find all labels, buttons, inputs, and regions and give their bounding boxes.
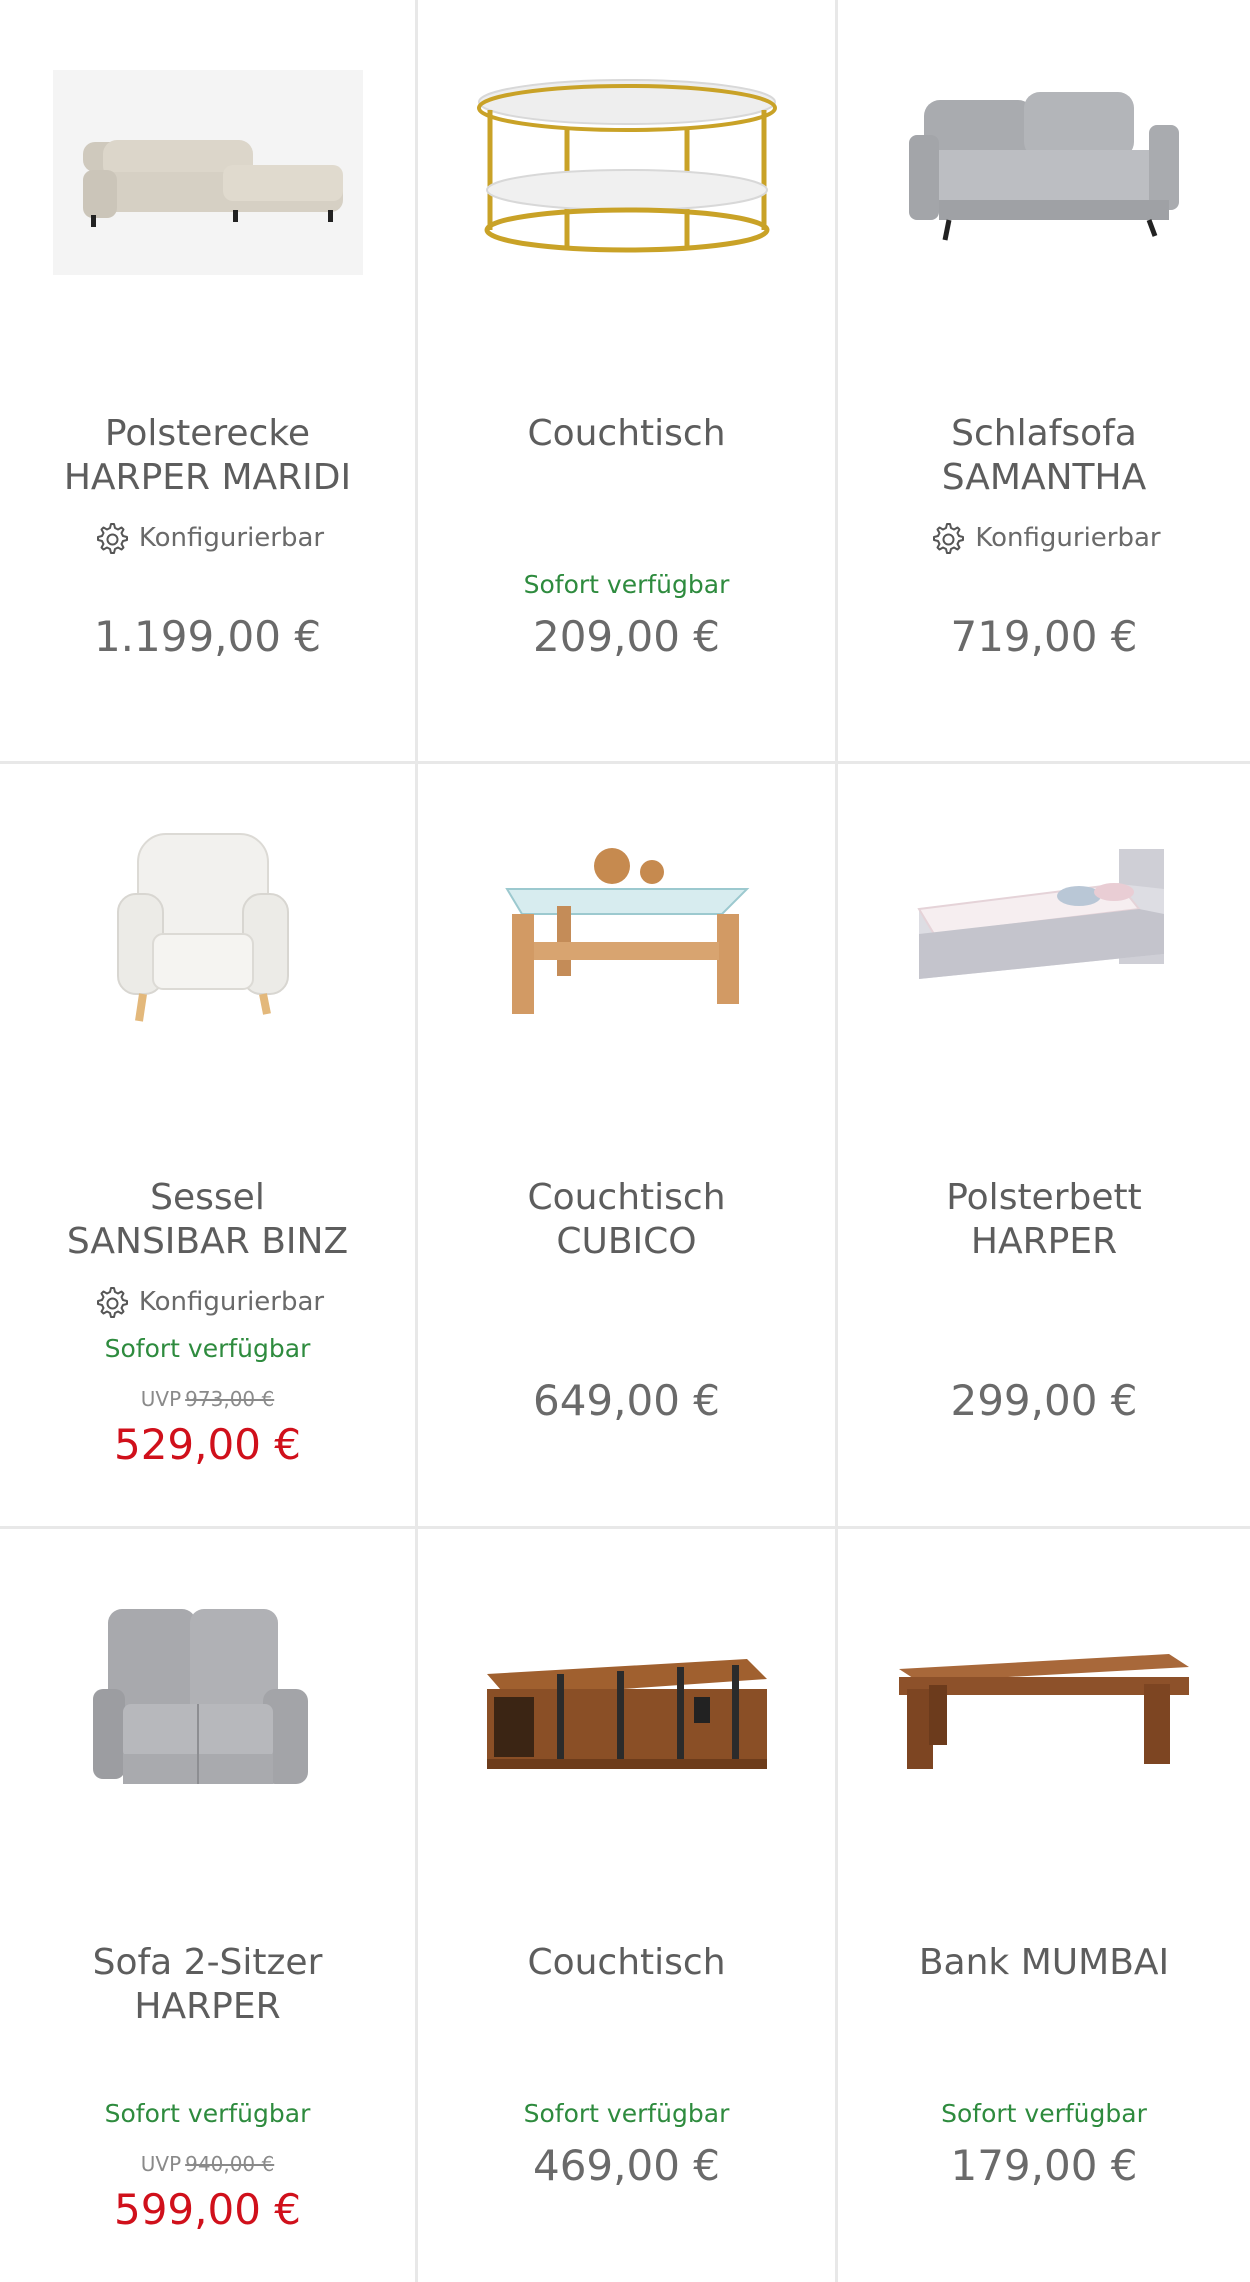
product-card[interactable]: Bank MUMBAI Sofort verfügbar 179,00 € (838, 1529, 1250, 2282)
product-image[interactable] (838, 814, 1250, 1114)
title-line-1: Polsterbett (946, 1177, 1142, 1218)
product-grid: Polsterecke HARPER MARIDI Konfigurierbar… (0, 0, 1250, 2282)
uvp-old-price: 940,00 € (185, 2152, 275, 2176)
product-image[interactable] (838, 1579, 1250, 1879)
gear-icon (933, 523, 965, 554)
bench-image (899, 1654, 1189, 1769)
product-title[interactable]: Polsterecke HARPER MARIDI (10, 412, 405, 500)
product-image[interactable] (0, 814, 415, 1114)
product-card[interactable]: Couchtisch Sofort verfügbar 469,00 € (418, 1529, 838, 2282)
uvp-price: UVP 940,00 € (0, 2152, 415, 2176)
product-price: 649,00 € (532, 1376, 721, 1425)
recliner-sofa-image (92, 1609, 308, 1784)
product-price: 299,00 € (950, 1376, 1138, 1425)
product-price: 179,00 € (950, 2141, 1138, 2190)
uvp-price: UVP 973,00 € (0, 1387, 415, 1411)
product-title[interactable]: Couchtisch CUBICO (428, 1176, 825, 1264)
product-title[interactable]: Couchtisch (428, 412, 825, 456)
product-card[interactable]: Couchtisch Sofort verfügbar 209,00 € (418, 0, 838, 764)
product-card[interactable]: Polsterecke HARPER MARIDI Konfigurierbar… (0, 0, 418, 764)
title-line-2: CUBICO (556, 1221, 697, 1262)
product-image[interactable] (0, 1579, 415, 1879)
bed-image (917, 849, 1164, 979)
uvp-old-price: 973,00 € (185, 1387, 275, 1411)
gear-icon (96, 523, 128, 554)
title-line-2: HARPER (134, 1986, 281, 2027)
title-line-1: Polsterecke (104, 413, 311, 454)
product-image[interactable] (838, 50, 1250, 350)
title-line-1: Bank MUMBAI (918, 1942, 1170, 1983)
availability-status: Sofort verfügbar (104, 1334, 311, 1363)
title-line-2: HARPER MARIDI (63, 457, 352, 498)
product-card[interactable]: Polsterbett HARPER 299,00 € (838, 764, 1250, 1529)
corner-sofa-image (52, 70, 363, 275)
product-image[interactable] (0, 50, 415, 350)
product-price: 1.199,00 € (93, 612, 322, 661)
title-line-1: Couchtisch (527, 1177, 726, 1218)
availability-status: Sofort verfügbar (523, 2099, 730, 2128)
title-line-2: SAMANTHA (941, 457, 1147, 498)
availability-status: Sofort verfügbar (104, 2099, 311, 2128)
product-price-sale: 529,00 € (113, 1420, 302, 1469)
product-title[interactable]: Sofa 2-Sitzer HARPER (10, 1941, 405, 2029)
product-price: 719,00 € (950, 612, 1138, 661)
title-line-2: SANSIBAR BINZ (66, 1221, 349, 1262)
uvp-label: UVP (140, 1387, 182, 1411)
configurable-badge: Konfigurierbar (0, 518, 415, 558)
product-title[interactable]: Schlafsofa SAMANTHA (848, 412, 1240, 500)
product-card[interactable]: Couchtisch CUBICO 649,00 € (418, 764, 838, 1529)
configurable-label: Konfigurierbar (975, 523, 1161, 553)
sofa-bed-image (909, 92, 1179, 241)
title-line-1: Couchtisch (527, 413, 726, 454)
product-price-sale: 599,00 € (113, 2185, 302, 2234)
configurable-label: Konfigurierbar (138, 523, 325, 553)
availability-status: Sofort verfügbar (941, 2099, 1147, 2128)
title-line-1: Sofa 2-Sitzer (92, 1942, 323, 1983)
product-card[interactable]: Sessel SANSIBAR BINZ Konfigurierbar Sofo… (0, 764, 418, 1529)
configurable-label: Konfigurierbar (138, 1287, 325, 1317)
product-image[interactable] (418, 1579, 835, 1879)
product-price: 209,00 € (532, 612, 721, 661)
gear-icon (96, 1287, 128, 1318)
product-image[interactable] (418, 50, 835, 350)
title-line-1: Couchtisch (527, 1942, 726, 1983)
product-image[interactable] (418, 814, 835, 1114)
product-card[interactable]: Sofa 2-Sitzer HARPER Sofort verfügbar UV… (0, 1529, 418, 2282)
configurable-badge: Konfigurierbar (0, 1282, 415, 1322)
title-line-2: HARPER (970, 1221, 1118, 1262)
configurable-badge: Konfigurierbar (838, 518, 1250, 558)
title-line-1: Schlafsofa (951, 413, 1137, 454)
uvp-label: UVP (140, 2152, 182, 2176)
product-title[interactable]: Bank MUMBAI (848, 1941, 1240, 1985)
glass-table-image (504, 848, 749, 1014)
availability-status: Sofort verfügbar (523, 570, 730, 599)
product-price: 469,00 € (532, 2141, 721, 2190)
coffee-table-image (476, 79, 777, 253)
title-line-1: Sessel (150, 1177, 265, 1218)
armchair-image (116, 833, 289, 1022)
product-title[interactable]: Couchtisch (428, 1941, 825, 1985)
product-title[interactable]: Sessel SANSIBAR BINZ (10, 1176, 405, 1264)
wooden-chest-image (486, 1659, 767, 1769)
product-title[interactable]: Polsterbett HARPER (848, 1176, 1240, 1264)
product-card[interactable]: Schlafsofa SAMANTHA Konfigurierbar 719,0… (838, 0, 1250, 764)
